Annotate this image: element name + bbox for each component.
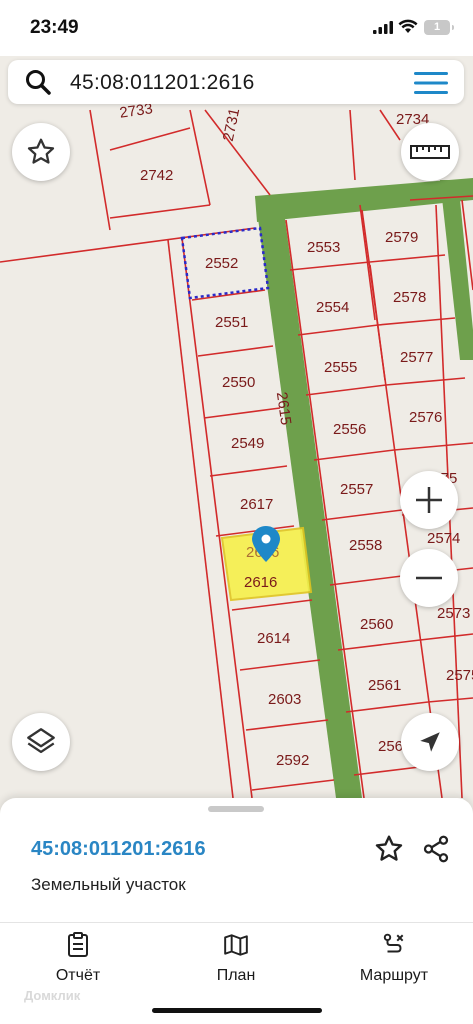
plot-label: 2573 <box>437 605 470 622</box>
plot-label: 2549 <box>231 435 264 452</box>
selected-plot-label: 2616 <box>244 574 277 591</box>
plot-type: Земельный участок <box>31 875 186 894</box>
plot-label: 2577 <box>400 349 433 366</box>
wifi-icon <box>398 19 418 33</box>
plot-label: 2617 <box>240 496 273 513</box>
plot-label: 2579 <box>385 229 418 246</box>
divider <box>0 922 473 923</box>
sheet-drag-handle[interactable] <box>208 806 264 812</box>
plot-label: 2551 <box>215 314 248 331</box>
battery-level: 1 <box>433 21 441 33</box>
plot-label: 2556 <box>333 421 366 438</box>
plot-label: 2550 <box>222 374 255 391</box>
plot-label: 2742 <box>140 167 173 184</box>
layers-icon <box>27 728 55 754</box>
plot-label: 2592 <box>276 752 309 769</box>
plot-label: 2553 <box>307 239 340 256</box>
plus-icon <box>416 487 442 513</box>
tab-label: Отчёт <box>55 967 101 984</box>
battery-icon: 1 <box>424 20 454 35</box>
cellular-signal-icon <box>373 21 393 34</box>
plot-label: 2614 <box>257 630 290 647</box>
star-icon[interactable] <box>373 833 405 865</box>
plot-label: 2554 <box>316 299 349 316</box>
tab-plan[interactable]: План <box>176 932 296 985</box>
tab-label: Маршрут <box>359 967 429 984</box>
plot-label: 2576 <box>409 409 442 426</box>
status-bar: 23:49 1 <box>0 0 473 56</box>
minus-icon <box>416 576 442 580</box>
status-time: 23:49 <box>30 17 79 38</box>
zoom-out-button[interactable] <box>400 549 458 607</box>
cadastral-number: 45:08:011201:2616 <box>31 838 206 860</box>
plot-label: 2552 <box>205 255 238 272</box>
favorite-button[interactable] <box>12 123 70 181</box>
tab-route[interactable]: Маршрут <box>334 932 454 985</box>
layers-button[interactable] <box>12 713 70 771</box>
plot-label: 2603 <box>268 691 301 708</box>
ruler-icon <box>410 145 450 159</box>
star-icon <box>27 138 55 164</box>
search-bar[interactable]: 45:08:011201:2616 <box>8 60 464 104</box>
share-icon[interactable] <box>421 834 451 864</box>
search-input[interactable]: 45:08:011201:2616 <box>70 71 255 95</box>
home-indicator[interactable] <box>152 1008 322 1013</box>
tab-report[interactable]: Отчёт <box>18 932 138 985</box>
plot-label: 2557 <box>340 481 373 498</box>
route-icon <box>383 933 404 953</box>
menu-icon[interactable] <box>414 70 448 96</box>
watermark-logo: Домклик <box>24 988 81 1003</box>
plot-label: 2578 <box>393 289 426 306</box>
navigation-arrow-icon <box>420 732 440 752</box>
ruler-button[interactable] <box>401 123 459 181</box>
my-location-button[interactable] <box>401 713 459 771</box>
plot-label: 2555 <box>324 359 357 376</box>
tab-label: План <box>216 967 256 984</box>
zoom-in-button[interactable] <box>400 471 458 529</box>
plot-label: 2558 <box>349 537 382 554</box>
plot-label: 2574 <box>427 530 460 547</box>
plot-label: 2561 <box>368 677 401 694</box>
plot-label: 2575 <box>446 667 473 684</box>
search-icon <box>26 70 51 95</box>
plot-label: 2560 <box>360 616 393 633</box>
map-icon <box>224 934 248 956</box>
report-icon <box>68 932 88 957</box>
